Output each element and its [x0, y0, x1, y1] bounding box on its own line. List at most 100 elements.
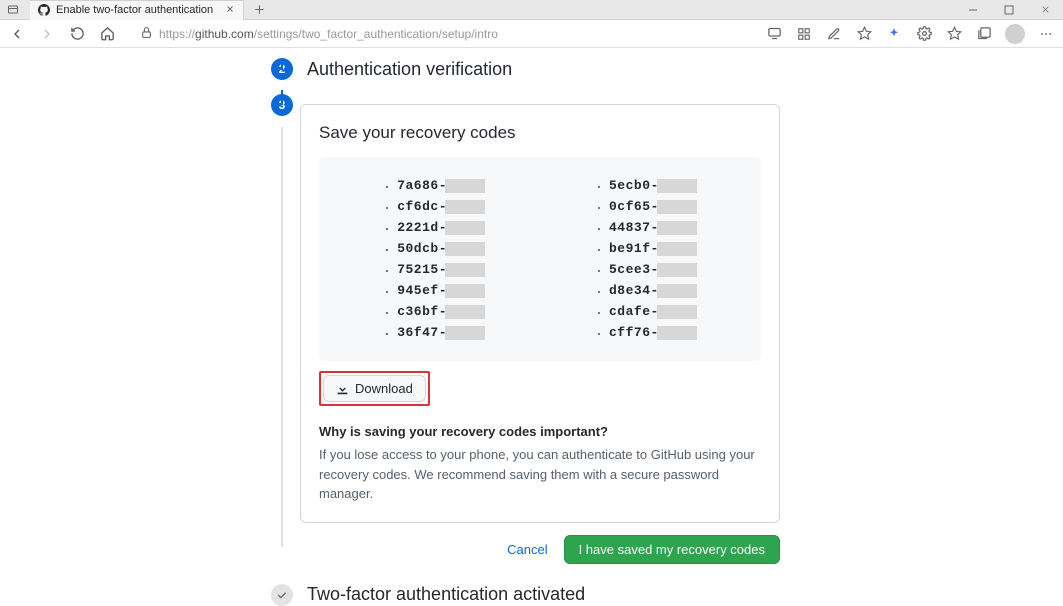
arrow-right-icon [39, 26, 55, 42]
redacted-segment [657, 242, 697, 256]
recovery-codes-card: Save your recovery codes 7a686-cf6dc-222… [300, 104, 780, 523]
redacted-segment [657, 284, 697, 298]
pencil-icon [827, 27, 841, 41]
recovery-code: 945ef- [397, 280, 485, 301]
window-close-button[interactable] [1027, 0, 1063, 20]
recovery-codes-box: 7a686-cf6dc-2221d-50dcb-75215-945ef-c36b… [319, 157, 761, 361]
site-info-button[interactable] [140, 26, 153, 42]
step-2-title: Authentication verification [307, 59, 512, 80]
new-tab-button[interactable] [250, 4, 268, 15]
recovery-code: 2221d- [397, 217, 485, 238]
collections-button[interactable] [975, 25, 993, 43]
recovery-code: 44837- [609, 217, 697, 238]
redacted-segment [445, 263, 485, 277]
window-maximize-button[interactable] [991, 0, 1027, 20]
redacted-segment [657, 305, 697, 319]
address-bar[interactable]: https://github.com/settings/two_factor_a… [140, 26, 498, 42]
star-plus-icon [857, 26, 872, 41]
tab-title: Enable two-factor authentication [56, 4, 213, 16]
check-icon [276, 589, 288, 601]
home-icon [100, 26, 115, 41]
recovery-code: 5ecb0- [609, 175, 697, 196]
stepper-connector-line [281, 58, 283, 70]
recovery-code: 7a686- [397, 175, 485, 196]
browser-tabstrip: Enable two-factor authentication [0, 0, 1063, 20]
recovery-code: cdafe- [609, 301, 697, 322]
browser-toolbar: https://github.com/settings/two_factor_a… [0, 20, 1063, 48]
collections-icon [977, 26, 992, 41]
recovery-code: be91f- [609, 238, 697, 259]
puzzle-icon [917, 26, 932, 41]
close-icon [1040, 4, 1051, 15]
monitor-icon [767, 26, 782, 41]
redacted-segment [445, 326, 485, 340]
redacted-segment [445, 284, 485, 298]
download-button[interactable]: Download [323, 375, 426, 402]
star-icon [947, 26, 962, 41]
tab-close-button[interactable] [225, 4, 235, 17]
nav-forward-button[interactable] [38, 25, 56, 43]
grid-view-button[interactable] [795, 25, 813, 43]
actions-row: Cancel I have saved my recovery codes [300, 535, 780, 564]
redacted-segment [657, 179, 697, 193]
recovery-code: cff76- [609, 322, 697, 343]
more-menu-button[interactable] [1037, 25, 1055, 43]
step-2-row: 2 Authentication verification [271, 58, 1063, 80]
final-step-row: Two-factor authentication activated [271, 584, 1063, 606]
redacted-segment [445, 305, 485, 319]
maximize-icon [1004, 5, 1014, 15]
plus-icon [254, 4, 265, 15]
nav-refresh-button[interactable] [68, 25, 86, 43]
refresh-icon [70, 26, 85, 41]
redacted-segment [445, 179, 485, 193]
nav-back-button[interactable] [8, 25, 26, 43]
final-step-badge [271, 584, 293, 606]
download-highlight: Download [319, 371, 430, 406]
address-url: https://github.com/settings/two_factor_a… [159, 27, 498, 41]
favorite-add-button[interactable] [855, 25, 873, 43]
stepper-connector-line [281, 90, 283, 105]
extensions-button[interactable] [915, 25, 933, 43]
window-minimize-button[interactable] [955, 0, 991, 20]
recovery-code: 5cee3- [609, 259, 697, 280]
recovery-code: c36bf- [397, 301, 485, 322]
recovery-code: d8e34- [609, 280, 697, 301]
stepper-connector-line [281, 127, 283, 547]
redacted-segment [445, 221, 485, 235]
redacted-segment [657, 326, 697, 340]
lock-icon [140, 26, 153, 39]
nav-home-button[interactable] [98, 25, 116, 43]
cancel-button[interactable]: Cancel [507, 542, 547, 557]
recovery-codes-right-column: 5ecb0-0cf65-44837-be91f-5cee3-d8e34-cdaf… [609, 175, 697, 343]
recovery-code: 50dcb- [397, 238, 485, 259]
download-icon [336, 382, 349, 395]
github-favicon-icon [38, 4, 50, 16]
desktop-view-button[interactable] [765, 25, 783, 43]
arrow-left-icon [9, 26, 25, 42]
ellipsis-icon [1039, 27, 1053, 41]
browser-tab[interactable]: Enable two-factor authentication [30, 0, 244, 20]
info-title: Why is saving your recovery codes import… [319, 424, 761, 439]
tab-actions-button[interactable] [0, 0, 26, 20]
recovery-codes-left-column: 7a686-cf6dc-2221d-50dcb-75215-945ef-c36b… [397, 175, 485, 343]
favorites-button[interactable] [945, 25, 963, 43]
info-body: If you lose access to your phone, you ca… [319, 445, 761, 504]
recovery-code: 75215- [397, 259, 485, 280]
sparkle-icon [887, 27, 901, 41]
minimize-icon [968, 5, 978, 15]
confirm-saved-button[interactable]: I have saved my recovery codes [564, 535, 780, 564]
grid-icon [797, 27, 811, 41]
final-step-title: Two-factor authentication activated [307, 584, 585, 605]
card-heading: Save your recovery codes [319, 123, 761, 143]
redacted-segment [657, 200, 697, 214]
redacted-segment [657, 221, 697, 235]
arc-button[interactable] [885, 25, 903, 43]
recovery-code: cf6dc- [397, 196, 485, 217]
redacted-segment [657, 263, 697, 277]
profile-avatar[interactable] [1005, 24, 1025, 44]
recovery-code: 0cf65- [609, 196, 697, 217]
redacted-segment [445, 242, 485, 256]
tab-actions-icon [7, 4, 19, 16]
edit-button[interactable] [825, 25, 843, 43]
redacted-segment [445, 200, 485, 214]
